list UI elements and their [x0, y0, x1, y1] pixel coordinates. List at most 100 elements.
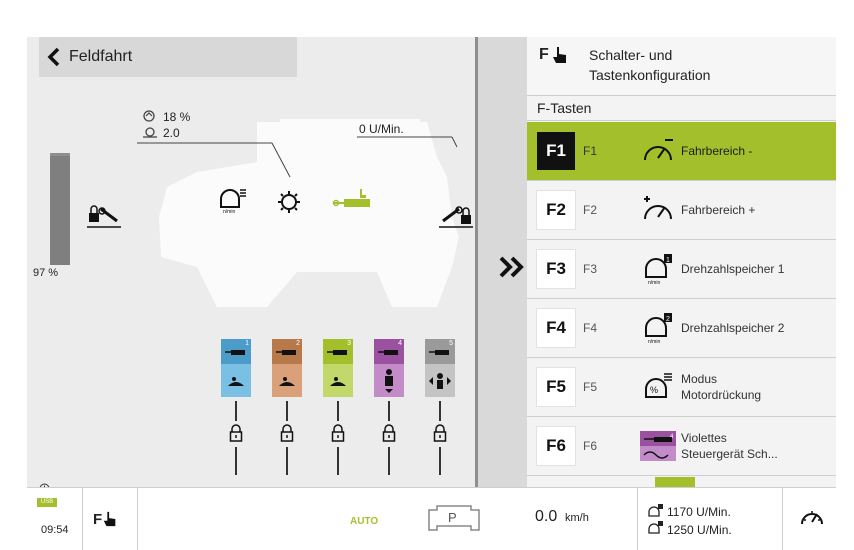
f-key-label: F4 — [537, 309, 575, 347]
svg-text:2: 2 — [666, 316, 670, 323]
f-key-row-f1[interactable]: F1 F1 Fahrbereich - — [527, 122, 836, 181]
rear-hitch-lock-icon[interactable] — [439, 203, 473, 234]
rpm-memory-1-value: 1170 U/Min. — [667, 505, 731, 519]
pto-ratio: 2.0 — [163, 126, 180, 140]
gauge-percent: 97 % — [33, 267, 59, 279]
f-key-function: Violettes Steuergerät Sch... — [681, 430, 778, 462]
f-key-function-line2: Steuergerät Sch... — [681, 447, 778, 461]
valve-line — [286, 447, 288, 475]
f-key-function-line2: Motordrückung — [681, 388, 762, 402]
separator — [637, 488, 638, 550]
valve-4-number: 4 — [398, 340, 402, 347]
f-key-row-f2[interactable]: F2 F2 Fahrbereich + — [527, 181, 836, 240]
gauge-fill — [50, 156, 70, 265]
valve-line — [235, 401, 237, 421]
f-key-label: F1 — [537, 132, 575, 170]
valve-4-lock-icon[interactable] — [382, 424, 396, 442]
f-key-function-line1: Drehzahlspeicher 1 — [681, 262, 785, 276]
f-keys-section-label: F-Tasten — [527, 95, 836, 121]
valve-2-header: 2 — [272, 339, 302, 364]
screen-frame: Feldfahrt 18 % 2.0 0 U/Min. n/min 97 % 1… — [27, 37, 836, 550]
valve-5-lock-icon[interactable] — [433, 424, 447, 442]
valve-4-header: 4 — [374, 339, 404, 364]
valve-5-number: 5 — [449, 340, 453, 347]
valve-line — [439, 447, 441, 475]
speedometer-icon[interactable] — [799, 506, 825, 533]
valve-3-lock-icon[interactable] — [331, 424, 345, 442]
speed-range-cell[interactable] — [782, 488, 836, 550]
f-key-row-f3[interactable]: F3 F3 1 n/min Drehzahlspeicher 1 — [527, 240, 836, 299]
rpm-memory-2-icon: 2 n/min — [635, 309, 681, 347]
f-key-function-line1: Drehzahlspeicher 2 — [681, 321, 785, 335]
clock-time: 09:54 — [41, 524, 69, 536]
engine-droop-mode-icon: % — [635, 368, 681, 406]
park-label: P — [448, 510, 457, 525]
next-row-peek — [655, 477, 695, 487]
valve-4-mode — [374, 364, 404, 397]
f-hand-icon: F — [539, 45, 569, 65]
hydraulic-cylinder-icon — [332, 185, 378, 220]
f-key-function-line1: Violettes — [681, 431, 727, 445]
expand-double-chevron-icon[interactable] — [492, 247, 532, 287]
f-key-row-f6[interactable]: F6 F6 4 Violettes Steuergerät Sch... — [527, 417, 836, 476]
f-key-short: F4 — [583, 321, 598, 335]
f-key-short: F3 — [583, 262, 598, 276]
valve-3-number: 3 — [347, 340, 351, 347]
speed-value: 0.0 — [535, 508, 558, 525]
valve-line — [337, 447, 339, 475]
config-title-line1: Schalter- und — [589, 47, 673, 63]
valve-3-mode — [323, 364, 353, 397]
svg-text:1: 1 — [666, 257, 670, 264]
usb-icon: USB — [37, 498, 57, 507]
rpm-memory-2-value: 1250 U/Min. — [667, 523, 732, 537]
valve-line — [337, 401, 339, 421]
svg-text:n/min: n/min — [648, 339, 660, 344]
f-key-label: F5 — [537, 368, 575, 406]
valve-line — [388, 401, 390, 421]
f-key-label: F3 — [537, 250, 575, 288]
speed-unit: km/h — [565, 512, 589, 524]
valve-5-header: 5 — [425, 339, 455, 364]
valve-line — [388, 447, 390, 475]
f-key-row-f5[interactable]: F5 F5 % Modus Motordrückung — [527, 358, 836, 417]
violet-valve-icon: 4 — [635, 427, 681, 465]
f-key-function: Fahrbereich - — [681, 143, 752, 159]
fuel-level-gauge — [50, 153, 70, 265]
svg-text:%: % — [650, 385, 658, 395]
f-key-label: F2 — [537, 191, 575, 229]
valve-5[interactable]: 5 — [425, 339, 455, 397]
config-title-line2: Tastenkonfiguration — [589, 67, 711, 83]
separator — [137, 488, 138, 550]
valve-3[interactable]: 3 — [323, 339, 353, 397]
valve-1-mode — [221, 364, 251, 397]
f-hand-icon[interactable]: F — [93, 510, 118, 528]
status-bar: USB 09:54 F AUTO P 0.0 km/h 1170 U/Min. … — [27, 487, 836, 550]
front-hitch-lock-icon[interactable] — [87, 203, 121, 234]
f-key-row-f4[interactable]: F4 F4 2 n/min Drehzahlspeicher 2 — [527, 299, 836, 358]
valve-1-lock-icon[interactable] — [229, 424, 243, 442]
ratio-icon — [142, 125, 158, 143]
f-key-function-line1: Modus — [681, 372, 718, 386]
f-key-shortcut-cell[interactable]: F — [82, 488, 138, 550]
valve-4[interactable]: 4 — [374, 339, 404, 397]
f-key-function: Drehzahlspeicher 1 — [681, 261, 784, 277]
svg-text:n/min: n/min — [648, 280, 660, 285]
valve-5-mode — [425, 364, 455, 397]
auto-badge: AUTO — [350, 516, 379, 527]
f-key-short: F1 — [583, 144, 598, 158]
speed-range-plus-icon — [635, 191, 681, 229]
valve-2[interactable]: 2 — [272, 339, 302, 397]
f-key-short: F2 — [583, 203, 598, 217]
valve-2-number: 2 — [296, 340, 300, 347]
svg-text:n/min: n/min — [223, 209, 235, 215]
valve-1[interactable]: 1 — [221, 339, 251, 397]
f-key-function-line1: Fahrbereich + — [681, 203, 756, 217]
config-title: Schalter- und Tastenkonfiguration — [589, 45, 809, 85]
parking-brake-icon[interactable]: P — [425, 504, 483, 537]
pto-gear-icon — [277, 190, 301, 219]
tractor-overview-panel: Feldfahrt 18 % 2.0 0 U/Min. n/min 97 % 1… — [27, 37, 475, 494]
f-key-label: F6 — [537, 427, 575, 465]
valve-2-lock-icon[interactable] — [280, 424, 294, 442]
valve-3-header: 3 — [323, 339, 353, 364]
f-keys-config-panel: F Schalter- und Tastenkonfiguration F-Ta… — [527, 37, 836, 487]
